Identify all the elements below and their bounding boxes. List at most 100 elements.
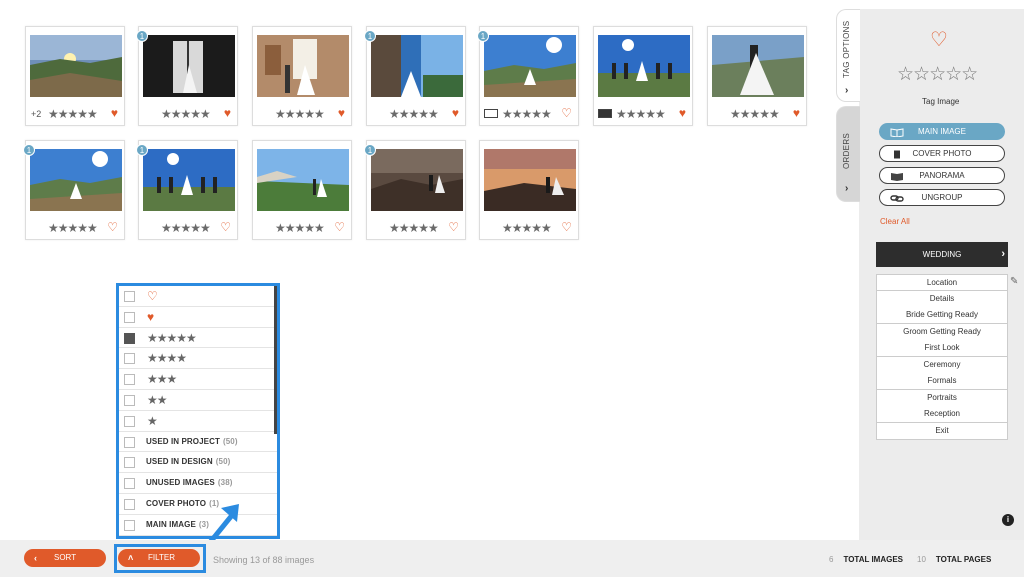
category-item[interactable]: Exit [876, 422, 1008, 440]
star-rating[interactable]: ☆☆☆☆☆ [897, 63, 978, 86]
checkbox[interactable] [124, 498, 135, 510]
star-rating[interactable]: ★★★★★ [389, 107, 439, 121]
heart-icon[interactable]: ♡ [220, 220, 231, 234]
heart-icon[interactable]: ♥ [452, 106, 459, 120]
filter-option[interactable]: USED IN DESIGN (50) [119, 452, 277, 474]
heart-icon[interactable]: ♥ [679, 106, 686, 120]
image-thumbnail[interactable]: ★★★★★ ♡ [252, 140, 352, 240]
star-rating-icon: ★★★★★ [147, 330, 197, 345]
checkbox[interactable] [124, 519, 135, 531]
star-rating-icon: ★★ [147, 392, 167, 407]
star-rating[interactable]: ★★★★★ [48, 221, 98, 235]
checkbox[interactable] [124, 415, 135, 427]
filter-option[interactable]: ★★★★★ [119, 328, 277, 349]
heart-icon[interactable]: ♡ [561, 106, 572, 120]
heart-icon[interactable]: ♥ [793, 106, 800, 120]
photo-image [30, 149, 122, 211]
star-rating[interactable]: ★★★★★ [161, 107, 211, 121]
category-item[interactable]: First Look [876, 340, 1008, 357]
image-thumbnail[interactable]: 1 ★★★★★ ♡ [364, 140, 466, 240]
category-item[interactable]: Formals [876, 373, 1008, 390]
filter-option[interactable]: UNUSED IMAGES (38) [119, 473, 277, 494]
checkbox[interactable] [124, 374, 135, 386]
star-rating[interactable]: ★★★★★ [502, 107, 552, 121]
panorama-button[interactable]: PANORAMA [879, 167, 1005, 184]
filter-option[interactable]: ★★★ [119, 369, 277, 390]
star-rating-icon: ★★★ [147, 372, 177, 387]
link-icon [890, 193, 904, 202]
checkbox[interactable] [124, 332, 135, 344]
tab-orders[interactable]: ORDERS › [836, 106, 860, 202]
heart-icon[interactable]: ♥ [224, 106, 231, 120]
star-rating[interactable]: ★★★★★ [389, 221, 439, 235]
category-item[interactable]: Ceremony [876, 356, 1008, 374]
category-item[interactable]: Details [876, 290, 1008, 308]
panorama-icon [890, 171, 904, 181]
filter-option[interactable]: ♥ [119, 307, 277, 328]
heart-icon[interactable]: ♥ [111, 106, 118, 120]
star-rating[interactable]: ★★★★★ [730, 107, 780, 121]
filter-scrollbar[interactable] [274, 286, 277, 434]
filter-list: ♡ ♥ ★★★★★ ★★★★ ★★★ ★★ ★ USED IN PROJECT (50) USED… [119, 286, 277, 536]
clear-all-link[interactable]: Clear All [880, 217, 910, 226]
star-rating[interactable]: ★★★★★ [48, 107, 98, 121]
pencil-icon[interactable]: ✎ [1010, 276, 1018, 287]
photo-image [598, 35, 690, 97]
app: +2 ★★★★★ ♥ 1 ★★★★★ ♥ ★★★★★ ♥ 1 ★★★★★ ♥ 1 ★★★★★ ♡ ★★★★★… [0, 0, 1024, 577]
filter-option[interactable]: ★★ [119, 390, 277, 411]
checkbox[interactable] [124, 353, 135, 365]
checkbox[interactable] [124, 436, 135, 448]
thumbnail-meta: ★★★★★ ♥ [594, 106, 692, 122]
total-images: 6 TOTAL IMAGES [829, 555, 903, 564]
photo-image [30, 35, 122, 97]
cover-photo-button[interactable]: COVER PHOTO [879, 145, 1005, 162]
button-label: PANORAMA [919, 171, 965, 180]
heart-icon[interactable]: ♡ [107, 220, 118, 234]
star-rating[interactable]: ★★★★★ [502, 221, 552, 235]
filter-option[interactable]: ★ [119, 411, 277, 432]
star-rating[interactable]: ★★★★★ [161, 221, 211, 235]
category-item[interactable]: Groom Getting Ready [876, 323, 1008, 341]
image-thumbnail[interactable]: ★★★★★ ♡ [479, 140, 579, 240]
filter-option[interactable]: ★★★★ [119, 348, 277, 370]
stack-count[interactable]: +2 [31, 109, 41, 119]
heart-icon[interactable]: ♡ [334, 220, 345, 234]
star-rating[interactable]: ★★★★★ [616, 107, 666, 121]
heart-icon[interactable]: ♡ [448, 220, 459, 234]
star-rating-icon: ★★★★ [147, 351, 187, 366]
filter-option-label: USED IN PROJECT (50) [146, 437, 238, 446]
image-thumbnail[interactable]: ★★★★★ ♥ [707, 26, 807, 126]
wedding-dropdown[interactable]: WEDDING › [876, 242, 1008, 267]
image-thumbnail[interactable]: ★★★★★ ♥ [593, 26, 693, 126]
star-rating[interactable]: ★★★★★ [275, 107, 325, 121]
image-thumbnail[interactable]: ★★★★★ ♥ [252, 26, 352, 126]
checkbox[interactable] [124, 311, 135, 323]
checkbox[interactable] [124, 394, 135, 406]
image-thumbnail[interactable]: 1 ★★★★★ ♡ [23, 140, 125, 240]
info-icon[interactable]: i [1002, 514, 1014, 526]
category-item[interactable]: Bride Getting Ready [876, 307, 1008, 324]
checkbox[interactable] [124, 291, 135, 302]
sort-button[interactable]: ‹ SORT [24, 549, 106, 567]
category-item[interactable]: Location [876, 274, 1008, 291]
image-thumbnail[interactable]: +2 ★★★★★ ♥ [25, 26, 125, 126]
heart-icon[interactable]: ♥ [338, 106, 345, 120]
heart-icon[interactable]: ♡ [561, 220, 572, 234]
ungroup-button[interactable]: UNGROUP [879, 189, 1005, 206]
star-rating[interactable]: ★★★★★ [275, 221, 325, 235]
category-item[interactable]: Portraits [876, 389, 1008, 407]
image-thumbnail[interactable]: 1 ★★★★★ ♥ [364, 26, 466, 126]
main-image-button[interactable]: MAIN IMAGE [879, 123, 1005, 140]
category-item[interactable]: Reception [876, 406, 1008, 423]
image-thumbnail[interactable]: 1 ★★★★★ ♡ [136, 140, 238, 240]
checkbox[interactable] [124, 478, 135, 490]
heart-icon[interactable]: ♡ [930, 27, 948, 52]
image-thumbnail[interactable]: 1 ★★★★★ ♡ [477, 26, 579, 126]
tab-tag-options[interactable]: TAG OPTIONS › [836, 9, 860, 102]
filter-option[interactable]: ♡ [119, 286, 277, 307]
thumbnail-meta: ★★★★★ ♡ [480, 220, 578, 236]
image-thumbnail[interactable]: 1 ★★★★★ ♥ [136, 26, 238, 126]
filter-option[interactable]: USED IN PROJECT (50) [119, 432, 277, 453]
checkbox[interactable] [124, 457, 135, 469]
total-images-label: TOTAL IMAGES [843, 555, 904, 564]
